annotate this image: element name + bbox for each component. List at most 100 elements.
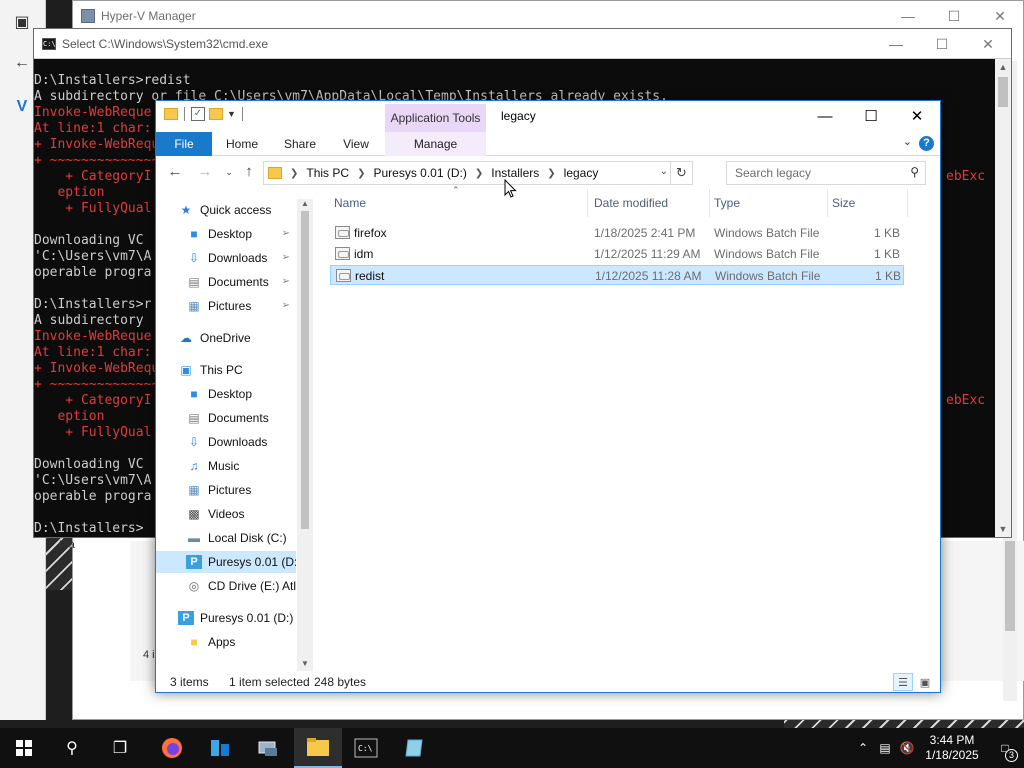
file-row[interactable]: redist 1/12/2025 11:28 AM Windows Batch Fi… <box>330 265 904 285</box>
nav-item[interactable]: ▩ Videos <box>156 503 296 525</box>
tab-home[interactable]: Home <box>218 132 266 156</box>
maximize-button[interactable]: ☐ <box>919 29 965 59</box>
forward-button[interactable]: → <box>194 163 216 180</box>
nav-item[interactable]: ▣ This PC <box>156 359 296 381</box>
start-button[interactable] <box>0 728 48 768</box>
breadcrumb-this-pc[interactable]: This PC <box>306 166 349 180</box>
console-line-text: Invoke-WebReque <box>34 329 152 344</box>
tab-view[interactable]: View <box>332 132 380 156</box>
nav-item[interactable]: ☁ OneDrive <box>156 327 296 349</box>
nav-item[interactable]: P Puresys 0.01 (D:) <box>156 551 296 573</box>
firefox-icon[interactable] <box>148 728 196 768</box>
back-arrow-icon[interactable]: ← <box>12 54 32 74</box>
app-icon[interactable] <box>390 728 438 768</box>
nav-item[interactable]: ■ Desktop ➢ <box>156 223 296 245</box>
column-header-date[interactable]: Date modified <box>590 189 710 217</box>
file-list[interactable]: Name ⌃ Date modified Type Size firefox 1/… <box>330 185 930 669</box>
tab-manage[interactable]: Manage <box>385 132 486 156</box>
nav-item[interactable]: ▦ Pictures ➢ <box>156 295 296 317</box>
scroll-down-icon[interactable]: ▼ <box>995 521 1011 537</box>
refresh-icon[interactable]: ↻ <box>670 162 692 184</box>
clock[interactable]: 3:44 PM 1/18/2025 <box>918 733 986 763</box>
scroll-down-icon[interactable]: ▼ <box>297 659 313 671</box>
scroll-up-icon[interactable]: ▲ <box>297 199 313 211</box>
recent-locations-button[interactable]: ⌄ <box>218 167 240 178</box>
file-explorer-icon[interactable] <box>294 728 342 768</box>
breadcrumb-installers[interactable]: Installers <box>491 166 539 180</box>
column-header-type[interactable]: Type <box>710 189 828 217</box>
nav-item[interactable]: ⇩ Downloads ➢ <box>156 247 296 269</box>
archive-icon[interactable]: ▣ <box>12 12 32 32</box>
nav-item[interactable]: ◎ CD Drive (E:) Atla <box>156 575 296 597</box>
file-row[interactable]: idm 1/12/2025 11:29 AM Windows Batch File 1… <box>330 244 904 264</box>
nav-item[interactable]: ■ Desktop <box>156 383 296 405</box>
close-button[interactable]: ✕ <box>977 1 1023 31</box>
tab-share[interactable]: Share <box>276 132 324 156</box>
console-line-text: A subdirectory <box>34 313 144 328</box>
breadcrumb-separator-icon[interactable]: ❯ <box>475 168 483 179</box>
nav-scrollbar-thumb[interactable] <box>301 211 309 529</box>
scroll-up-icon[interactable]: ▲ <box>995 59 1011 75</box>
close-button[interactable]: ✕ <box>965 29 1011 59</box>
help-icon[interactable]: ? <box>919 136 934 151</box>
nav-item[interactable]: ▬ Local Disk (C:) <box>156 527 296 549</box>
nav-item[interactable]: ▤ Documents ➢ <box>156 271 296 293</box>
clock-time: 3:44 PM <box>929 733 975 747</box>
minimize-button[interactable]: — <box>802 101 848 131</box>
volume-muted-icon[interactable]: 🔇 <box>896 741 918 755</box>
address-dropdown-icon[interactable]: ⌄ <box>660 166 668 177</box>
tab-file[interactable]: File <box>156 132 212 156</box>
nav-item[interactable]: ♫ Music <box>156 455 296 477</box>
nav-item[interactable]: P Puresys 0.01 (D:) <box>156 607 296 629</box>
search-box[interactable]: Search legacy ⚲ <box>726 161 926 185</box>
nav-item[interactable]: ▤ Documents <box>156 407 296 429</box>
properties-icon[interactable]: ✓ <box>191 107 205 121</box>
minimize-button[interactable]: — <box>873 29 919 59</box>
task-view-icon[interactable]: ❐ <box>96 728 144 768</box>
details-view-icon[interactable]: ☰ <box>893 673 913 691</box>
maximize-button[interactable]: ☐ <box>848 101 894 131</box>
column-header-size[interactable]: Size <box>828 189 908 217</box>
search-icon[interactable]: ⚲ <box>48 728 96 768</box>
nav-pane-scrollbar[interactable]: ▲ ▼ <box>297 199 313 671</box>
breadcrumb-separator-icon[interactable]: ❯ <box>357 168 365 179</box>
network-icon[interactable]: ▤ <box>874 741 896 755</box>
selection-size: 248 bytes <box>314 675 367 689</box>
maximize-button[interactable]: ☐ <box>931 1 977 31</box>
breadcrumb-drive[interactable]: Puresys 0.01 (D:) <box>373 166 466 180</box>
hyperv-icon[interactable] <box>244 728 292 768</box>
back-button[interactable]: ← <box>164 163 186 180</box>
nav-item[interactable]: ■ Apps <box>156 631 296 653</box>
cmd-icon[interactable]: C:\ <box>342 728 390 768</box>
file-explorer-window[interactable]: ✓ ▼ Application Tools legacy — ☐ ✕ File … <box>155 100 941 693</box>
action-center-button[interactable]: □ 3 <box>986 728 1024 768</box>
nav-item[interactable]: ★ Quick access <box>156 199 296 221</box>
search-icon[interactable]: ⚲ <box>910 165 919 179</box>
minimize-button[interactable]: — <box>885 1 931 31</box>
cmd-titlebar[interactable]: C:\ Select C:\Windows\System32\cmd.exe <box>34 29 1011 59</box>
up-button[interactable]: ↑ <box>238 163 260 180</box>
navigation-pane[interactable]: ■ Apps P Puresys 0.01 (D:) ◎ CD Drive (E:) At… <box>156 199 314 671</box>
customize-dropdown-icon[interactable]: ▼ <box>227 109 236 119</box>
large-icons-view-icon[interactable]: ▣ <box>915 673 935 691</box>
hyperv-titlebar[interactable]: Hyper-V Manager <box>73 1 1023 31</box>
nav-item[interactable]: ▦ Pictures <box>156 479 296 501</box>
chevron-up-icon[interactable]: ⌃ <box>852 741 874 755</box>
new-folder-icon[interactable] <box>209 108 223 120</box>
file-row[interactable]: firefox 1/18/2025 2:41 PM Windows Batch Fi… <box>330 223 904 243</box>
file-name: idm <box>354 247 374 261</box>
address-bar[interactable]: ❯ This PC ❯ Puresys 0.01 (D:) ❯ Installe… <box>263 161 693 185</box>
server-manager-icon[interactable] <box>196 728 244 768</box>
nav-item[interactable]: ⇩ Downloads <box>156 431 296 453</box>
search-input[interactable]: Search legacy <box>735 166 811 180</box>
console-line-text: At line:1 char: <box>34 345 152 360</box>
cmd-scrollbar-thumb[interactable] <box>998 77 1008 107</box>
breadcrumb-separator-icon[interactable]: ❯ <box>547 168 555 179</box>
breadcrumb-separator-icon[interactable]: ❯ <box>290 168 298 179</box>
close-button[interactable]: ✕ <box>894 101 940 131</box>
breadcrumb-legacy[interactable]: legacy <box>564 166 599 180</box>
expand-ribbon-icon[interactable]: ⌄ <box>903 135 912 148</box>
hyperv-scrollbar-thumb[interactable] <box>1005 541 1015 631</box>
cmd-scrollbar[interactable]: ▲ ▼ <box>995 59 1011 537</box>
explorer-titlebar[interactable]: ✓ ▼ Application Tools legacy — ☐ ✕ <box>156 101 940 132</box>
